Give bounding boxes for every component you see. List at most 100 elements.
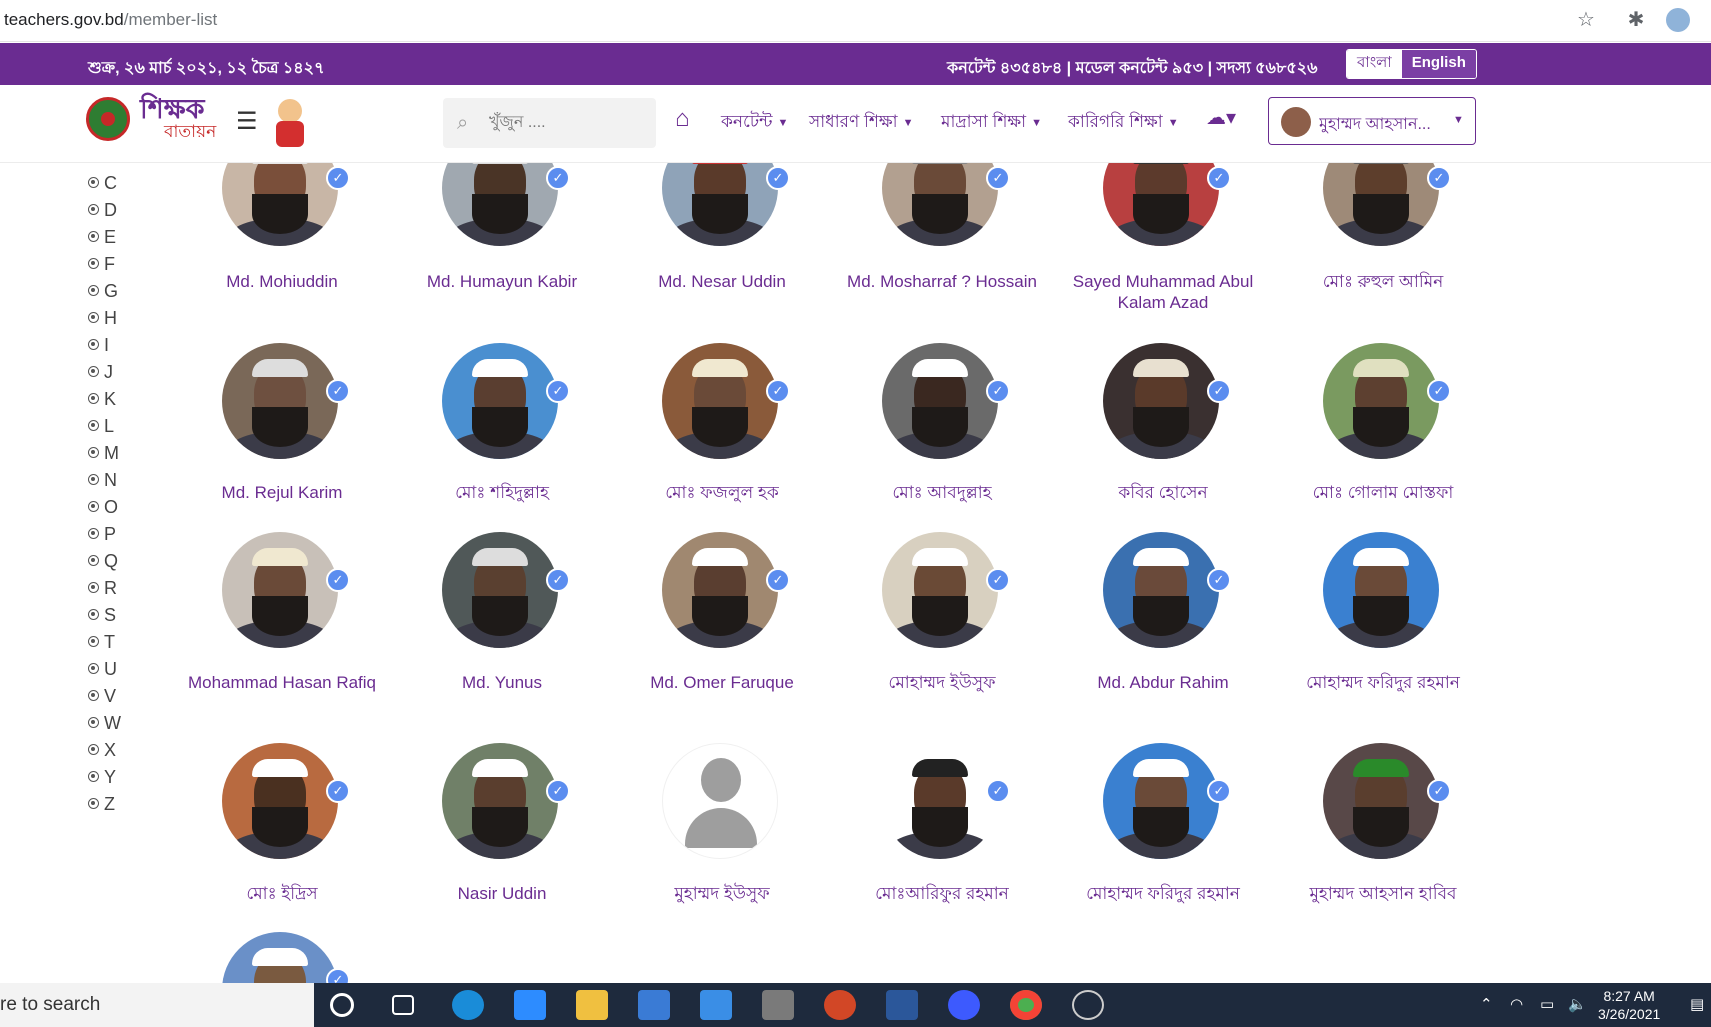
member-name[interactable]: Md. Mohiuddin	[172, 271, 392, 292]
word-icon[interactable]	[886, 990, 918, 1020]
alphabet-item-x[interactable]: X	[88, 739, 121, 766]
alphabet-item-i[interactable]: I	[88, 334, 121, 361]
alphabet-item-h[interactable]: H	[88, 307, 121, 334]
member-name[interactable]: Md. Mosharraf ? Hossain	[832, 271, 1052, 292]
member-name[interactable]: Md. Nesar Uddin	[612, 271, 832, 292]
member-name[interactable]: মোঃ ফজলুল হক	[612, 482, 832, 503]
member-photo[interactable]	[1323, 343, 1439, 459]
member-photo[interactable]	[442, 743, 558, 859]
member-name[interactable]: Nasir Uddin	[392, 883, 612, 904]
mail-icon[interactable]	[700, 990, 732, 1020]
imo-icon[interactable]	[948, 990, 980, 1020]
alphabet-item-t[interactable]: T	[88, 631, 121, 658]
alphabet-item-c[interactable]: C	[88, 172, 121, 199]
alphabet-item-v[interactable]: V	[88, 685, 121, 712]
member-name[interactable]: Md. Abdur Rahim	[1053, 672, 1273, 693]
zoom-icon[interactable]	[514, 990, 546, 1020]
search-box[interactable]: ⌕	[443, 98, 656, 148]
member-photo[interactable]	[662, 343, 778, 459]
member-name[interactable]: Mohammad Hasan Rafiq	[172, 672, 392, 693]
member-name[interactable]: মোঃ ইদ্রিস	[172, 883, 392, 904]
obs-icon[interactable]	[1072, 990, 1104, 1020]
alphabet-item-y[interactable]: Y	[88, 766, 121, 793]
member-photo[interactable]	[1323, 743, 1439, 859]
member-name[interactable]: মোঃ আবদুল্লাহ	[832, 482, 1052, 503]
alphabet-item-o[interactable]: O	[88, 496, 121, 523]
alphabet-item-w[interactable]: W	[88, 712, 121, 739]
profile-avatar[interactable]	[1666, 8, 1690, 32]
alphabet-item-l[interactable]: L	[88, 415, 121, 442]
alphabet-item-k[interactable]: K	[88, 388, 121, 415]
user-menu[interactable]: মুহাম্মদ আহসান... ▼	[1268, 97, 1476, 145]
member-photo[interactable]	[882, 743, 998, 859]
alphabet-item-e[interactable]: E	[88, 226, 121, 253]
taskbar-search[interactable]: re to search	[0, 983, 314, 1027]
member-name[interactable]: মুহাম্মদ ইউসুফ	[612, 883, 832, 904]
edge-icon[interactable]	[452, 990, 484, 1020]
member-name[interactable]: মোঃ রুহুল আমিন	[1273, 271, 1493, 292]
member-name[interactable]: মোঃআরিফুর রহমান	[832, 883, 1052, 904]
search-input[interactable]	[489, 110, 639, 136]
url-text[interactable]: teachers.gov.bd/member-list	[4, 10, 217, 30]
member-photo[interactable]	[1323, 532, 1439, 648]
govt-logo[interactable]	[86, 97, 130, 141]
file-explorer-icon[interactable]	[576, 990, 608, 1020]
menu-content[interactable]: কনটেন্ট ▼	[721, 109, 788, 137]
browser-address-bar[interactable]: teachers.gov.bd/member-list ☆ ✱	[0, 0, 1711, 42]
alphabet-item-m[interactable]: M	[88, 442, 121, 469]
hamburger-menu-icon[interactable]: ☰	[236, 107, 258, 136]
member-photo[interactable]	[442, 532, 558, 648]
task-view-icon[interactable]	[392, 995, 414, 1015]
alphabet-item-p[interactable]: P	[88, 523, 121, 550]
lang-bangla-button[interactable]: বাংলা	[1347, 50, 1402, 78]
member-name[interactable]: Md. Rejul Karim	[172, 482, 392, 503]
member-photo[interactable]	[222, 743, 338, 859]
lang-english-button[interactable]: English	[1401, 50, 1476, 78]
alphabet-item-u[interactable]: U	[88, 658, 121, 685]
bookmark-star-icon[interactable]: ☆	[1574, 8, 1598, 32]
member-photo[interactable]	[882, 343, 998, 459]
alphabet-item-d[interactable]: D	[88, 199, 121, 226]
clock[interactable]: 8:27 AM 3/26/2021	[1598, 987, 1660, 1023]
alphabet-item-j[interactable]: J	[88, 361, 121, 388]
menu-madrasa-education[interactable]: মাদ্রাসা শিক্ষা ▼	[941, 109, 1042, 137]
alphabet-item-f[interactable]: F	[88, 253, 121, 280]
member-photo[interactable]	[442, 343, 558, 459]
tray-chevron-icon[interactable]: ⌃	[1480, 995, 1493, 1013]
wifi-icon[interactable]: ◠	[1510, 995, 1523, 1013]
alphabet-item-q[interactable]: Q	[88, 550, 121, 577]
store-icon[interactable]	[638, 990, 670, 1020]
alphabet-item-g[interactable]: G	[88, 280, 121, 307]
member-name[interactable]: মুহাম্মদ আহসান হাবিব	[1273, 883, 1493, 904]
member-photo[interactable]	[1103, 532, 1219, 648]
member-name[interactable]: Sayed Muhammad Abul Kalam Azad	[1053, 271, 1273, 313]
alphabet-item-r[interactable]: R	[88, 577, 121, 604]
member-photo[interactable]	[662, 532, 778, 648]
extensions-icon[interactable]: ✱	[1624, 8, 1648, 32]
member-photo[interactable]	[222, 532, 338, 648]
member-name[interactable]: মোহাম্মদ ইউসুফ	[832, 672, 1052, 693]
member-photo[interactable]	[1103, 743, 1219, 859]
cortana-icon[interactable]	[330, 993, 354, 1017]
alphabet-item-s[interactable]: S	[88, 604, 121, 631]
member-name[interactable]: মোহাম্মদ ফরিদুর রহমান	[1273, 672, 1493, 693]
member-photo[interactable]	[1103, 343, 1219, 459]
notification-icon[interactable]: ▤	[1690, 995, 1704, 1013]
volume-icon[interactable]: 🔈	[1568, 995, 1587, 1013]
menu-technical-education[interactable]: কারিগরি শিক্ষা ▼	[1068, 109, 1179, 137]
member-name[interactable]: মোঃ গোলাম মোস্তফা	[1273, 482, 1493, 503]
alphabet-item-n[interactable]: N	[88, 469, 121, 496]
app-icon[interactable]	[762, 990, 794, 1020]
member-name[interactable]: মোহাম্মদ ফরিদুর রহমান	[1053, 883, 1273, 904]
member-photo[interactable]	[222, 343, 338, 459]
home-icon[interactable]: ⌂	[675, 105, 690, 133]
chrome-icon[interactable]	[1010, 990, 1042, 1020]
powerpoint-icon[interactable]	[824, 990, 856, 1020]
member-name[interactable]: Md. Yunus	[392, 672, 612, 693]
member-name[interactable]: মোঃ শহিদুল্লাহ	[392, 482, 612, 503]
battery-icon[interactable]: ▭	[1540, 995, 1554, 1013]
member-photo[interactable]	[882, 532, 998, 648]
alphabet-item-z[interactable]: Z	[88, 793, 121, 820]
menu-general-education[interactable]: সাধারণ শিক্ষা ▼	[809, 109, 914, 137]
upload-cloud-icon[interactable]: ☁▾	[1206, 105, 1236, 130]
